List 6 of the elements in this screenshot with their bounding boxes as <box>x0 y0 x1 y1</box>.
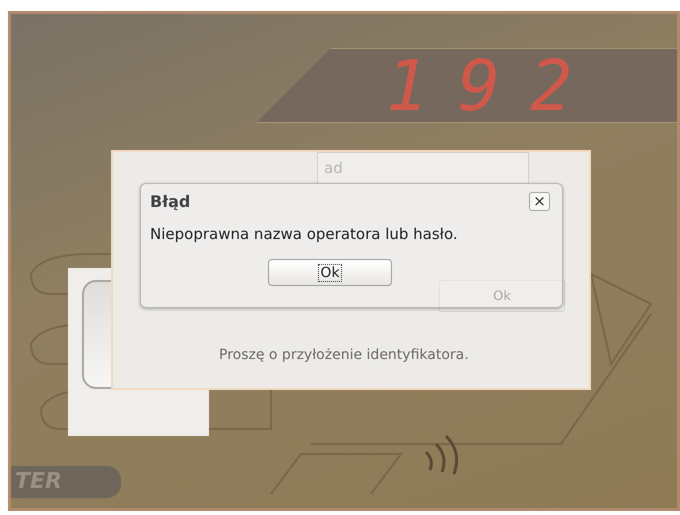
error-message: Niepoprawna nazwa operatora lub hasło. <box>150 225 459 243</box>
close-button[interactable]: × <box>529 192 550 211</box>
ok-button[interactable]: Ok <box>268 259 392 286</box>
display-reading: 192 <box>386 50 602 120</box>
login-message: Proszę o przyłożenie identyfikatora. <box>219 347 469 363</box>
dialog-title: Błąd <box>150 192 190 211</box>
